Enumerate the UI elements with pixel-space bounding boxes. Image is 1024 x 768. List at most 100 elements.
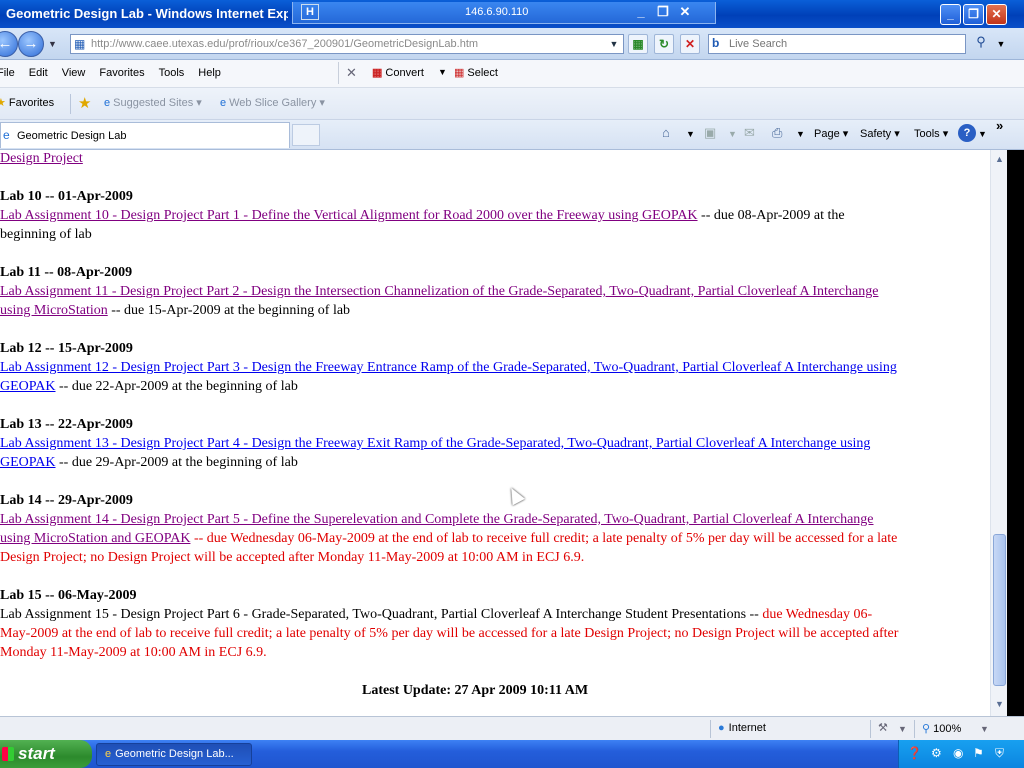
ie-icon: e — [104, 97, 111, 109]
convert-button[interactable]: ▦ Convert — [372, 66, 424, 79]
print-icon[interactable]: ⎙ — [772, 125, 782, 141]
print-dropdown-icon[interactable]: ▼ — [796, 129, 805, 139]
tab-row: e Geometric Design Lab ⌂ ▼ ▣ ▼ ✉ ⎙ ▼ Pag… — [0, 118, 1024, 150]
stop-icon[interactable]: ✕ — [680, 34, 700, 54]
taskbar-item-label: Geometric Design Lab... — [115, 748, 234, 760]
close-button[interactable]: ✕ — [986, 4, 1007, 25]
lab-13-due: -- due 29-Apr-2009 at the beginning of l… — [55, 455, 298, 470]
safety-menu-button[interactable]: Safety ▾ — [860, 127, 900, 140]
favorites-bar: ★ Favorites ★ e Suggested Sites ▾ e Web Sli… — [0, 88, 1024, 120]
menu-edit[interactable]: Edit — [29, 67, 48, 79]
forward-arrow-icon: → — [23, 35, 39, 52]
zoom-icon: ⚲ — [922, 723, 934, 735]
menu-tools[interactable]: Tools — [159, 67, 185, 79]
lab-14-link[interactable]: Lab Assignment 14 - Design Project Part … — [0, 512, 874, 527]
lab-13-link[interactable]: Lab Assignment 13 - Design Project Part … — [0, 436, 870, 451]
recent-pages-dropdown[interactable]: ▼ — [48, 39, 57, 49]
new-tab-button[interactable] — [292, 124, 320, 146]
maximize-button[interactable]: ❐ — [963, 4, 984, 25]
lab-11-link-continued[interactable]: using MicroStation — [0, 303, 108, 318]
address-input[interactable] — [91, 36, 601, 52]
protected-mode-dropdown-icon[interactable]: ▼ — [898, 724, 907, 734]
taskbar-item-browser[interactable]: e Geometric Design Lab... — [96, 743, 252, 766]
address-bar[interactable]: ▦ ▼ — [70, 34, 624, 54]
feeds-dropdown-icon[interactable]: ▼ — [728, 129, 737, 139]
add-favorites-icon[interactable]: ★ — [78, 94, 91, 112]
vertical-scrollbar[interactable]: ▲ ▼ — [990, 150, 1007, 716]
search-icon[interactable]: ⚲ — [970, 34, 992, 54]
menu-view[interactable]: View — [62, 67, 86, 79]
tools-menu-button[interactable]: Tools ▾ — [914, 127, 948, 140]
windows-logo-icon — [2, 747, 14, 761]
suggested-sites-label: Suggested Sites ▾ — [113, 97, 202, 109]
select-button[interactable]: ▦ Select — [454, 66, 498, 79]
feeds-icon[interactable]: ▣ — [704, 125, 716, 141]
zoom-dropdown-icon[interactable]: ▼ — [980, 724, 989, 734]
suggested-sites-button[interactable]: e Suggested Sites ▾ — [104, 96, 202, 109]
scroll-thumb[interactable] — [993, 534, 1006, 686]
favorites-separator — [70, 94, 71, 114]
lab-11-link[interactable]: Lab Assignment 11 - Design Project Part … — [0, 284, 878, 299]
convert-dropdown-icon[interactable]: ▼ — [438, 67, 447, 77]
more-commands-icon[interactable]: » — [996, 118, 1003, 133]
help-tray-icon[interactable]: ❓ — [907, 746, 922, 760]
protected-mode-icon[interactable]: ⚒ — [878, 721, 888, 734]
search-options-dropdown[interactable]: ▼ — [994, 34, 1008, 54]
favorites-button[interactable]: ★ Favorites — [0, 96, 54, 109]
read-mail-icon[interactable]: ✉ — [744, 125, 755, 141]
security-tray-icon[interactable]: ⚑ — [973, 746, 984, 760]
minimize-button[interactable]: _ — [940, 4, 961, 25]
back-button[interactable]: ← — [0, 31, 18, 57]
lab-15-text: Lab Assignment 15 - Design Project Part … — [0, 607, 763, 622]
refresh-icon[interactable]: ↻ — [654, 34, 674, 54]
menu-favorites[interactable]: Favorites — [99, 67, 144, 79]
screen-edge — [1007, 150, 1024, 716]
menu-help[interactable]: Help — [198, 67, 221, 79]
lab-12-link[interactable]: Lab Assignment 12 - Design Project Part … — [0, 360, 897, 375]
scroll-up-icon[interactable]: ▲ — [992, 152, 1007, 167]
close-toolbar-icon[interactable]: ✕ — [346, 65, 357, 81]
lab-10-due-continued: beginning of lab — [0, 227, 92, 242]
lab-10-link[interactable]: Lab Assignment 10 - Design Project Part … — [0, 208, 698, 223]
zoom-level[interactable]: ⚲ 100% — [922, 722, 961, 735]
lab-13-heading: Lab 13 -- 22-Apr-2009 — [0, 417, 133, 432]
security-zone[interactable]: ● Internet — [718, 722, 766, 734]
taskbar: start e Geometric Design Lab... ❓ ⚙ ◉ ⚑ ⛨ — [0, 740, 1024, 768]
menu-file[interactable]: File — [0, 67, 15, 79]
remote-minimize-button[interactable]: _ — [633, 4, 649, 19]
status-separator — [710, 720, 711, 738]
pin-icon[interactable]: H — [301, 4, 319, 20]
ie-tray-icon[interactable]: ◉ — [953, 746, 963, 760]
page-content: Design Project Lab 10 -- 01-Apr-2009 Lab… — [0, 150, 990, 716]
tab-geometric-design-lab[interactable]: e Geometric Design Lab — [0, 122, 290, 148]
web-slice-gallery-label: Web Slice Gallery ▾ — [229, 97, 325, 109]
search-input[interactable] — [729, 36, 959, 52]
home-icon[interactable]: ⌂ — [662, 125, 670, 140]
help-icon[interactable]: ? — [958, 124, 976, 142]
favorites-label: Favorites — [8, 97, 55, 109]
remote-close-button[interactable]: ✕ — [677, 4, 693, 20]
remote-restore-button[interactable]: ❐ — [655, 4, 671, 20]
shield-tray-icon[interactable]: ⛨ — [995, 746, 1004, 761]
help-dropdown-icon[interactable]: ▼ — [978, 129, 987, 139]
web-slice-gallery-button[interactable]: e Web Slice Gallery ▾ — [220, 96, 325, 109]
compatibility-icon[interactable]: ▦ — [628, 34, 648, 54]
lab-14-due-continued: Design Project; no Design Project will b… — [0, 550, 585, 565]
lab-13-link-continued[interactable]: GEOPAK — [0, 455, 56, 470]
favorites-star-icon: ★ — [0, 97, 6, 109]
page-menu-button[interactable]: Page ▾ — [814, 127, 848, 140]
start-button[interactable]: start — [0, 740, 92, 768]
network-tray-icon[interactable]: ⚙ — [931, 746, 942, 760]
page-icon: ▦ — [74, 37, 86, 51]
status-bar: ● Internet ⚒ ▼ ⚲ 100% ▼ — [0, 716, 1024, 740]
scroll-down-icon[interactable]: ▼ — [992, 697, 1007, 712]
forward-button[interactable]: → — [18, 31, 44, 57]
lab-12-link-continued[interactable]: GEOPAK — [0, 379, 56, 394]
design-project-link[interactable]: Design Project — [0, 151, 83, 166]
latest-update: Latest Update: 27 Apr 2009 10:11 AM — [362, 683, 589, 698]
lab-10-heading: Lab 10 -- 01-Apr-2009 — [0, 189, 133, 204]
search-box[interactable]: b — [708, 34, 966, 54]
address-dropdown-icon[interactable]: ▼ — [607, 36, 621, 52]
home-dropdown-icon[interactable]: ▼ — [686, 129, 695, 139]
lab-14-link-continued[interactable]: using MicroStation and GEOPAK — [0, 531, 190, 546]
